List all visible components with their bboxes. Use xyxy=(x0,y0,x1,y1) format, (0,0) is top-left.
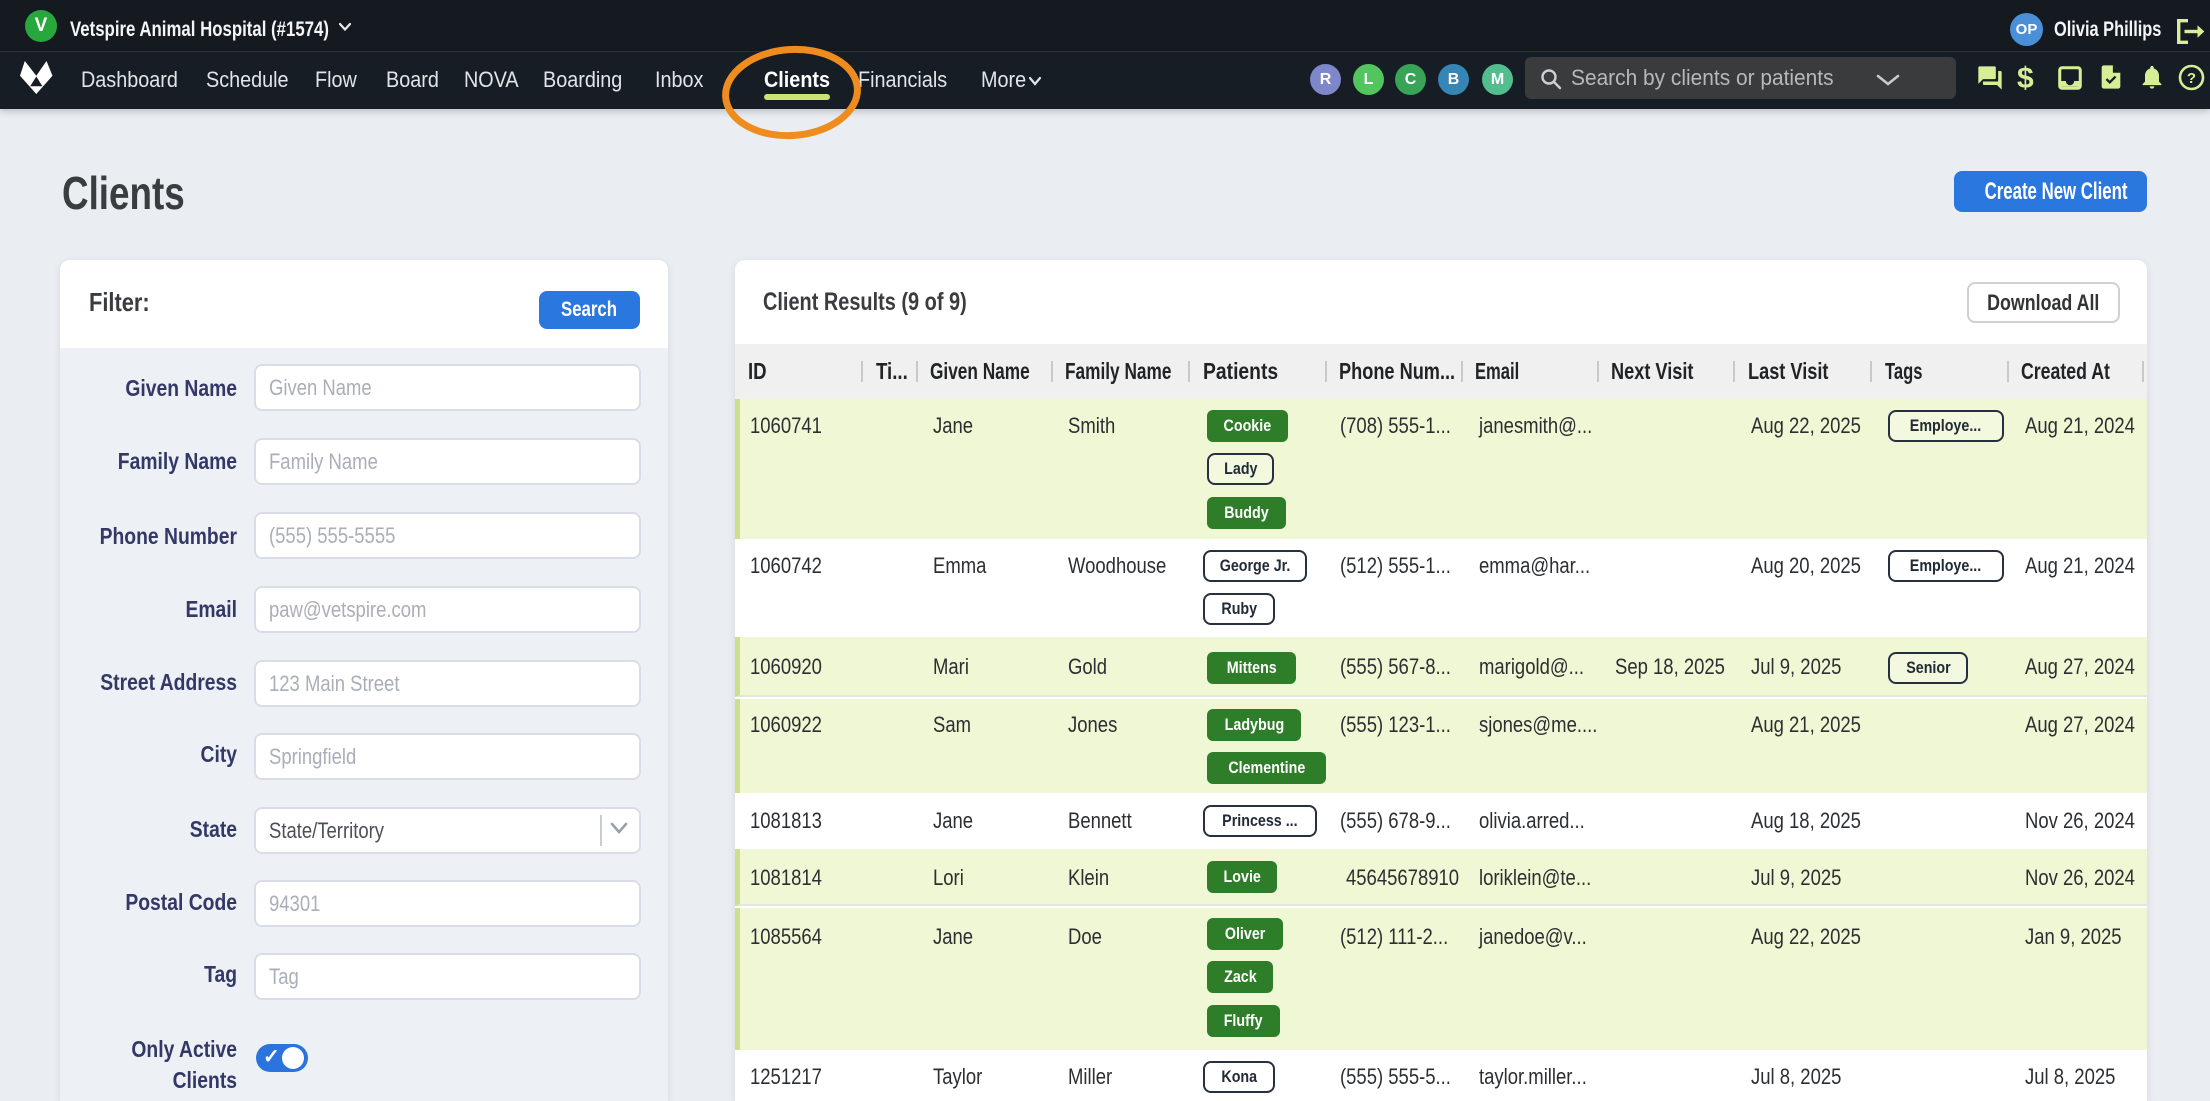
svg-text:?: ? xyxy=(2187,70,2196,87)
